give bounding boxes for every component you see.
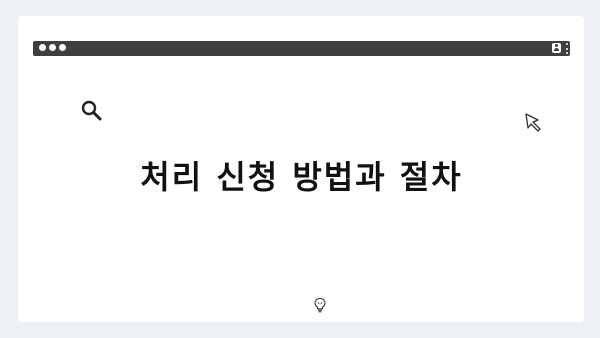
kebab-menu-icon[interactable]: [565, 43, 568, 54]
window-maximize-dot[interactable]: [59, 44, 66, 51]
pointer-cursor-icon: [525, 113, 541, 132]
window-minimize-dot[interactable]: [49, 44, 56, 51]
page-title: 처리 신청 방법과 절차: [140, 158, 463, 196]
window-titlebar: [33, 41, 570, 56]
slide-stage: 처리 신청 방법과 절차: [0, 0, 600, 338]
page-content: 처리 신청 방법과 절차: [33, 56, 570, 314]
browser-window: 처리 신청 방법과 절차: [18, 16, 584, 322]
search-icon: [81, 100, 102, 121]
lightbulb-icon: [314, 297, 326, 313]
window-controls: [39, 44, 66, 51]
window-close-dot[interactable]: [39, 44, 46, 51]
user-icon[interactable]: [552, 43, 561, 53]
